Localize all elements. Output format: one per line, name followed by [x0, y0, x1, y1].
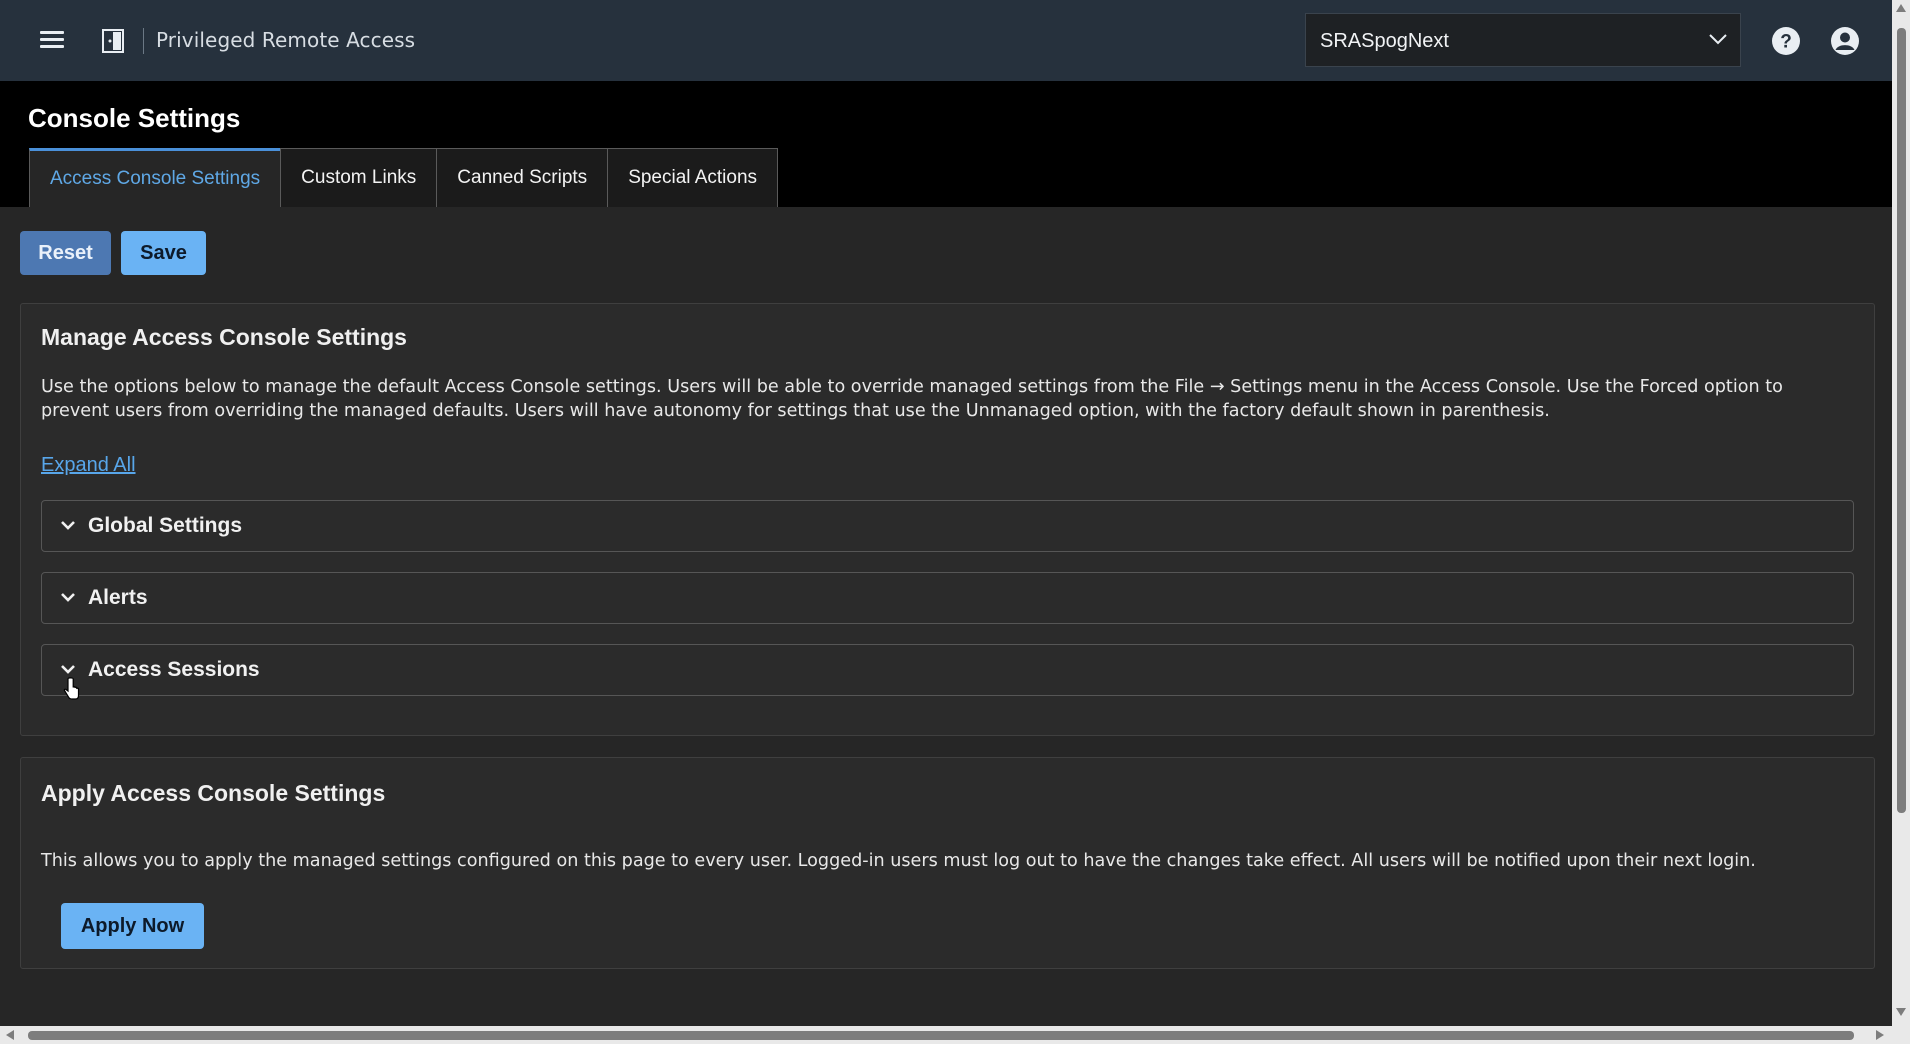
- tab-special-actions[interactable]: Special Actions: [607, 148, 779, 207]
- accordion-label: Access Sessions: [88, 658, 260, 681]
- apply-settings-panel: Apply Access Console Settings This allow…: [20, 757, 1875, 969]
- svg-text:?: ?: [1780, 32, 1792, 53]
- help-icon[interactable]: ?: [1771, 26, 1801, 56]
- accordion-label: Alerts: [88, 586, 148, 609]
- tab-custom-links[interactable]: Custom Links: [280, 148, 438, 207]
- manage-settings-title: Manage Access Console Settings: [41, 324, 407, 350]
- apply-now-button[interactable]: Apply Now: [61, 903, 204, 949]
- apply-settings-title: Apply Access Console Settings: [41, 780, 386, 806]
- hamburger-menu-icon[interactable]: [38, 28, 66, 52]
- brand-divider: [143, 28, 144, 54]
- accordion-label: Global Settings: [88, 514, 243, 537]
- save-button[interactable]: Save: [121, 231, 206, 275]
- top-navigation-bar: Privileged Remote Access SRASpogNext ?: [0, 0, 1892, 82]
- tab-canned-scripts[interactable]: Canned Scripts: [436, 148, 609, 207]
- page-header: Console Settings Access Console Settings…: [0, 81, 1892, 207]
- vertical-scrollbar[interactable]: [1892, 0, 1910, 1026]
- chevron-down-icon: [61, 593, 75, 602]
- scroll-left-arrow-icon[interactable]: [6, 1030, 14, 1040]
- scrollbar-corner: [1892, 1026, 1910, 1044]
- horizontal-scrollbar[interactable]: [0, 1026, 1892, 1044]
- site-selector-dropdown[interactable]: SRASpogNext: [1305, 13, 1741, 67]
- manage-settings-panel: Manage Access Console Settings Use the o…: [20, 303, 1875, 736]
- app-logo-icon[interactable]: [102, 29, 124, 53]
- chevron-down-icon: [61, 665, 75, 674]
- reset-button[interactable]: Reset: [20, 231, 111, 275]
- chevron-down-icon: [1709, 34, 1727, 45]
- manage-settings-description: Use the options below to manage the defa…: [41, 377, 1783, 421]
- scroll-down-arrow-icon[interactable]: [1896, 1008, 1906, 1016]
- site-selector-value: SRASpogNext: [1320, 30, 1449, 52]
- tab-access-console-settings[interactable]: Access Console Settings: [29, 148, 282, 207]
- expand-all-link[interactable]: Expand All: [41, 454, 136, 477]
- app-title: Privileged Remote Access: [156, 28, 416, 52]
- accordion-global-settings[interactable]: Global Settings: [41, 500, 1854, 552]
- user-account-icon[interactable]: [1830, 26, 1860, 56]
- scroll-right-arrow-icon[interactable]: [1876, 1030, 1884, 1040]
- settings-tabs: Access Console Settings Custom Links Can…: [29, 148, 779, 207]
- vertical-scroll-thumb[interactable]: [1897, 28, 1906, 813]
- scroll-up-arrow-icon[interactable]: [1896, 4, 1906, 12]
- horizontal-scroll-thumb[interactable]: [28, 1031, 1854, 1040]
- chevron-down-icon: [61, 521, 75, 530]
- accordion-access-sessions[interactable]: Access Sessions: [41, 644, 1854, 696]
- apply-settings-description: This allows you to apply the managed set…: [41, 851, 1756, 871]
- accordion-alerts[interactable]: Alerts: [41, 572, 1854, 624]
- page-title: Console Settings: [28, 103, 241, 133]
